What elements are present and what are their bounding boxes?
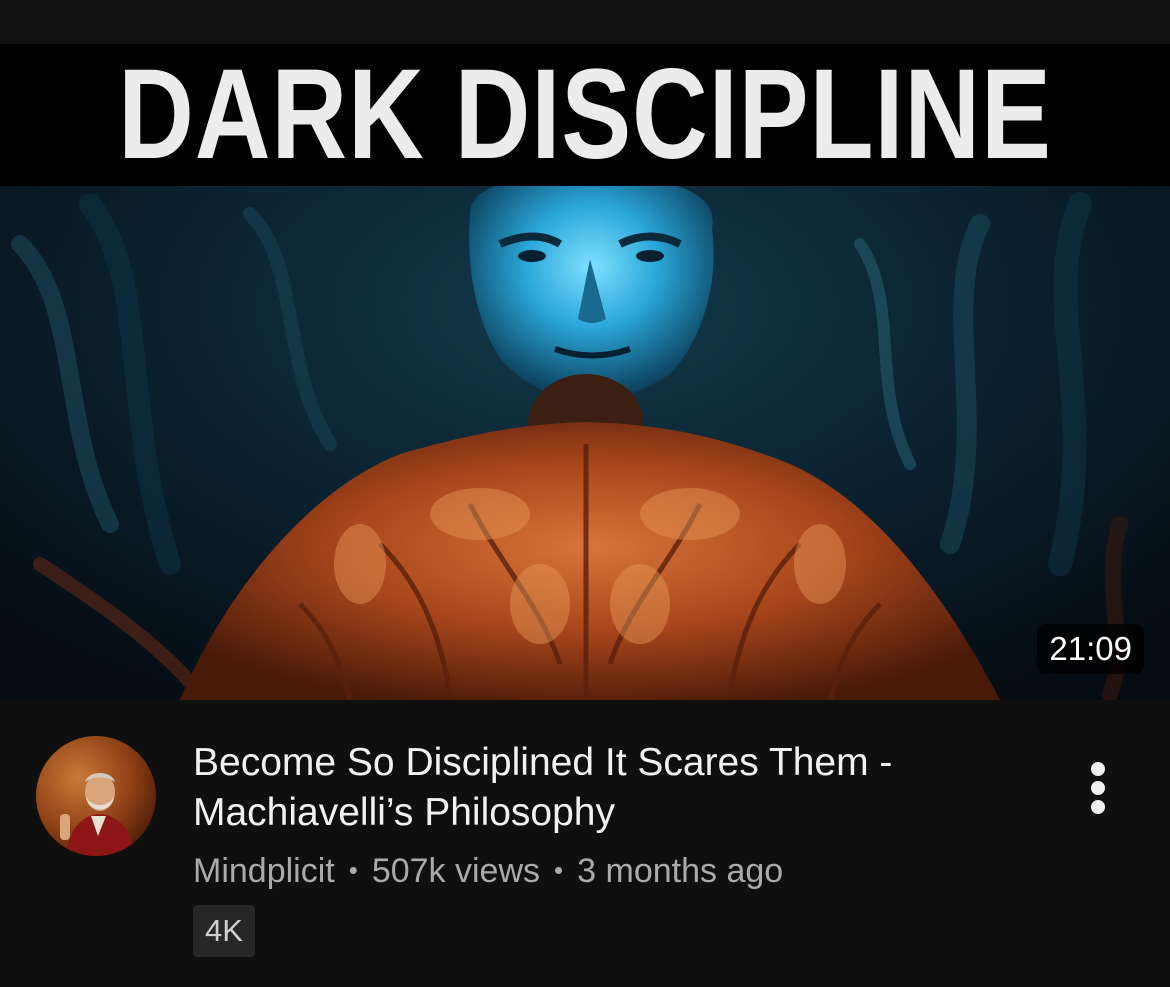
channel-avatar[interactable]: [36, 736, 156, 856]
top-strip: [0, 0, 1170, 44]
video-card[interactable]: DARK DISCIPLINE 21:09 Become So Discipli…: [0, 0, 1170, 987]
meta-separator: •: [554, 855, 564, 885]
channel-avatar-image: [36, 736, 156, 856]
view-count: 507k views: [371, 852, 541, 890]
upload-age: 3 months ago: [577, 852, 784, 890]
thumbnail-title: DARK DISCIPLINE: [118, 44, 1052, 186]
video-title[interactable]: Become So Disciplined It Scares Them - M…: [193, 738, 993, 838]
video-meta: Mindplicit • 507k views • 3 months ago: [193, 850, 783, 894]
meta-separator: •: [348, 855, 358, 885]
quality-badge: 4K: [193, 905, 255, 957]
video-details: Become So Disciplined It Scares Them - M…: [0, 700, 1170, 987]
duration-badge: 21:09: [1037, 624, 1144, 674]
video-thumbnail[interactable]: DARK DISCIPLINE 21:09: [0, 44, 1170, 700]
more-options-button[interactable]: [1072, 756, 1124, 820]
thumbnail-title-band: DARK DISCIPLINE: [0, 44, 1170, 186]
channel-name[interactable]: Mindplicit: [193, 852, 335, 890]
